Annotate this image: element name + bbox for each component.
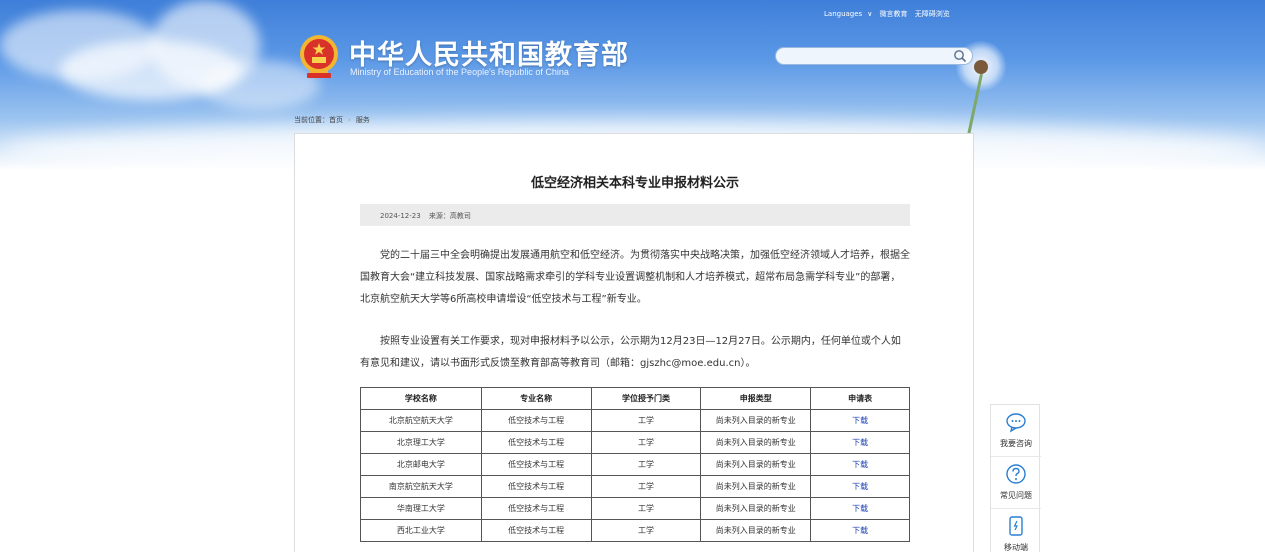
mobile-label: 移动端: [1004, 543, 1028, 552]
major-name: 低空技术与工程: [480, 409, 592, 432]
degree-category: 工学: [590, 431, 702, 454]
application-type: 尚未列入目录的新专业: [700, 475, 812, 498]
school-name: 北京航空航天大学: [360, 409, 482, 432]
column-header: 申请表: [810, 387, 910, 410]
column-header: 申报类型: [700, 387, 812, 410]
degree-category: 工学: [590, 409, 702, 432]
article-meta: 2024-12-23 来源：高教司: [360, 204, 910, 226]
school-name: 华南理工大学: [360, 497, 482, 520]
download-link[interactable]: 下载: [810, 409, 910, 432]
download-link[interactable]: 下载: [810, 519, 910, 542]
major-name: 低空技术与工程: [480, 475, 592, 498]
article-container: 低空经济相关本科专业申报材料公示 2024-12-23 来源：高教司 党的二十届…: [294, 133, 974, 552]
major-name: 低空技术与工程: [480, 453, 592, 476]
table-row: 华南理工大学 低空技术与工程 工学 尚未列入目录的新专业 下载: [360, 497, 910, 520]
top-links: Languages ∨ 微言教育 无障碍浏览: [824, 9, 955, 19]
degree-category: 工学: [590, 453, 702, 476]
download-link[interactable]: 下载: [810, 497, 910, 520]
major-name: 低空技术与工程: [480, 431, 592, 454]
school-name: 西北工业大学: [360, 519, 482, 542]
degree-category: 工学: [590, 475, 702, 498]
side-toolbar: 我要咨询 常见问题 移动端: [990, 404, 1041, 552]
chevron-down-icon: ∨: [867, 10, 873, 18]
article-paragraph: 按照专业设置有关工作要求，现对申报材料予以公示，公示期为12月23日—12月27…: [360, 336, 901, 369]
table-row: 北京理工大学 低空技术与工程 工学 尚未列入目录的新专业 下载: [360, 431, 910, 454]
site-subtitle: Ministry of Education of the People's Re…: [350, 67, 569, 77]
application-type: 尚未列入目录的新专业: [700, 431, 812, 454]
chat-icon: [1006, 413, 1026, 433]
column-header: 学校名称: [360, 387, 482, 410]
article-source: 来源：高教司: [428, 212, 471, 220]
application-type: 尚未列入目录的新专业: [700, 519, 812, 542]
search-icon[interactable]: [953, 49, 967, 63]
table-row: 北京邮电大学 低空技术与工程 工学 尚未列入目录的新专业 下载: [360, 453, 910, 476]
application-type: 尚未列入目录的新专业: [700, 497, 812, 520]
article-date: 2024-12-23: [380, 212, 421, 220]
column-header: 专业名称: [480, 387, 592, 410]
consult-button[interactable]: 我要咨询: [991, 405, 1041, 457]
article-paragraph: 党的二十届三中全会明确提出发展通用航空和低空经济。为贯彻落实中央战略决策，加强低…: [360, 250, 910, 305]
weiyan-link[interactable]: 微言教育: [880, 10, 908, 18]
table-row: 西北工业大学 低空技术与工程 工学 尚未列入目录的新专业 下载: [360, 519, 910, 542]
degree-category: 工学: [590, 497, 702, 520]
table-row: 北京航空航天大学 低空技术与工程 工学 尚未列入目录的新专业 下载: [360, 409, 910, 432]
major-name: 低空技术与工程: [480, 519, 592, 542]
column-header: 学位授予门类: [590, 387, 702, 410]
application-type: 尚未列入目录的新专业: [700, 453, 812, 476]
major-name: 低空技术与工程: [480, 497, 592, 520]
table-row: 南京航空航天大学 低空技术与工程 工学 尚未列入目录的新专业 下载: [360, 475, 910, 498]
application-table: 学校名称 专业名称 学位授予门类 申报类型 申请表 北京航空航天大学 低空技术与…: [360, 387, 910, 542]
faq-label: 常见问题: [1000, 491, 1032, 500]
degree-category: 工学: [590, 519, 702, 542]
consult-label: 我要咨询: [1000, 439, 1032, 448]
question-icon: [1006, 464, 1026, 484]
breadcrumb-prefix: 当前位置：: [294, 116, 329, 124]
download-link[interactable]: 下载: [810, 431, 910, 454]
school-name: 南京航空航天大学: [360, 475, 482, 498]
table-header-row: 学校名称 专业名称 学位授予门类 申报类型 申请表: [360, 387, 910, 410]
mobile-button[interactable]: 移动端: [991, 509, 1041, 552]
application-type: 尚未列入目录的新专业: [700, 409, 812, 432]
school-name: 北京邮电大学: [360, 453, 482, 476]
search-box[interactable]: [775, 47, 973, 65]
languages-link[interactable]: Languages: [824, 10, 862, 18]
article-title: 低空经济相关本科专业申报材料公示: [530, 176, 739, 191]
breadcrumb-separator: ›: [348, 116, 351, 124]
school-name: 北京理工大学: [360, 431, 482, 454]
faq-button[interactable]: 常见问题: [991, 457, 1041, 509]
download-link[interactable]: 下载: [810, 475, 910, 498]
download-link[interactable]: 下载: [810, 453, 910, 476]
national-emblem-icon: [300, 35, 338, 78]
breadcrumb: 当前位置：首页 › 服务: [294, 115, 370, 125]
mobile-icon: [1009, 516, 1023, 536]
accessibility-link[interactable]: 无障碍浏览: [915, 10, 950, 18]
breadcrumb-service[interactable]: 服务: [356, 116, 370, 124]
breadcrumb-home[interactable]: 首页: [329, 116, 343, 124]
